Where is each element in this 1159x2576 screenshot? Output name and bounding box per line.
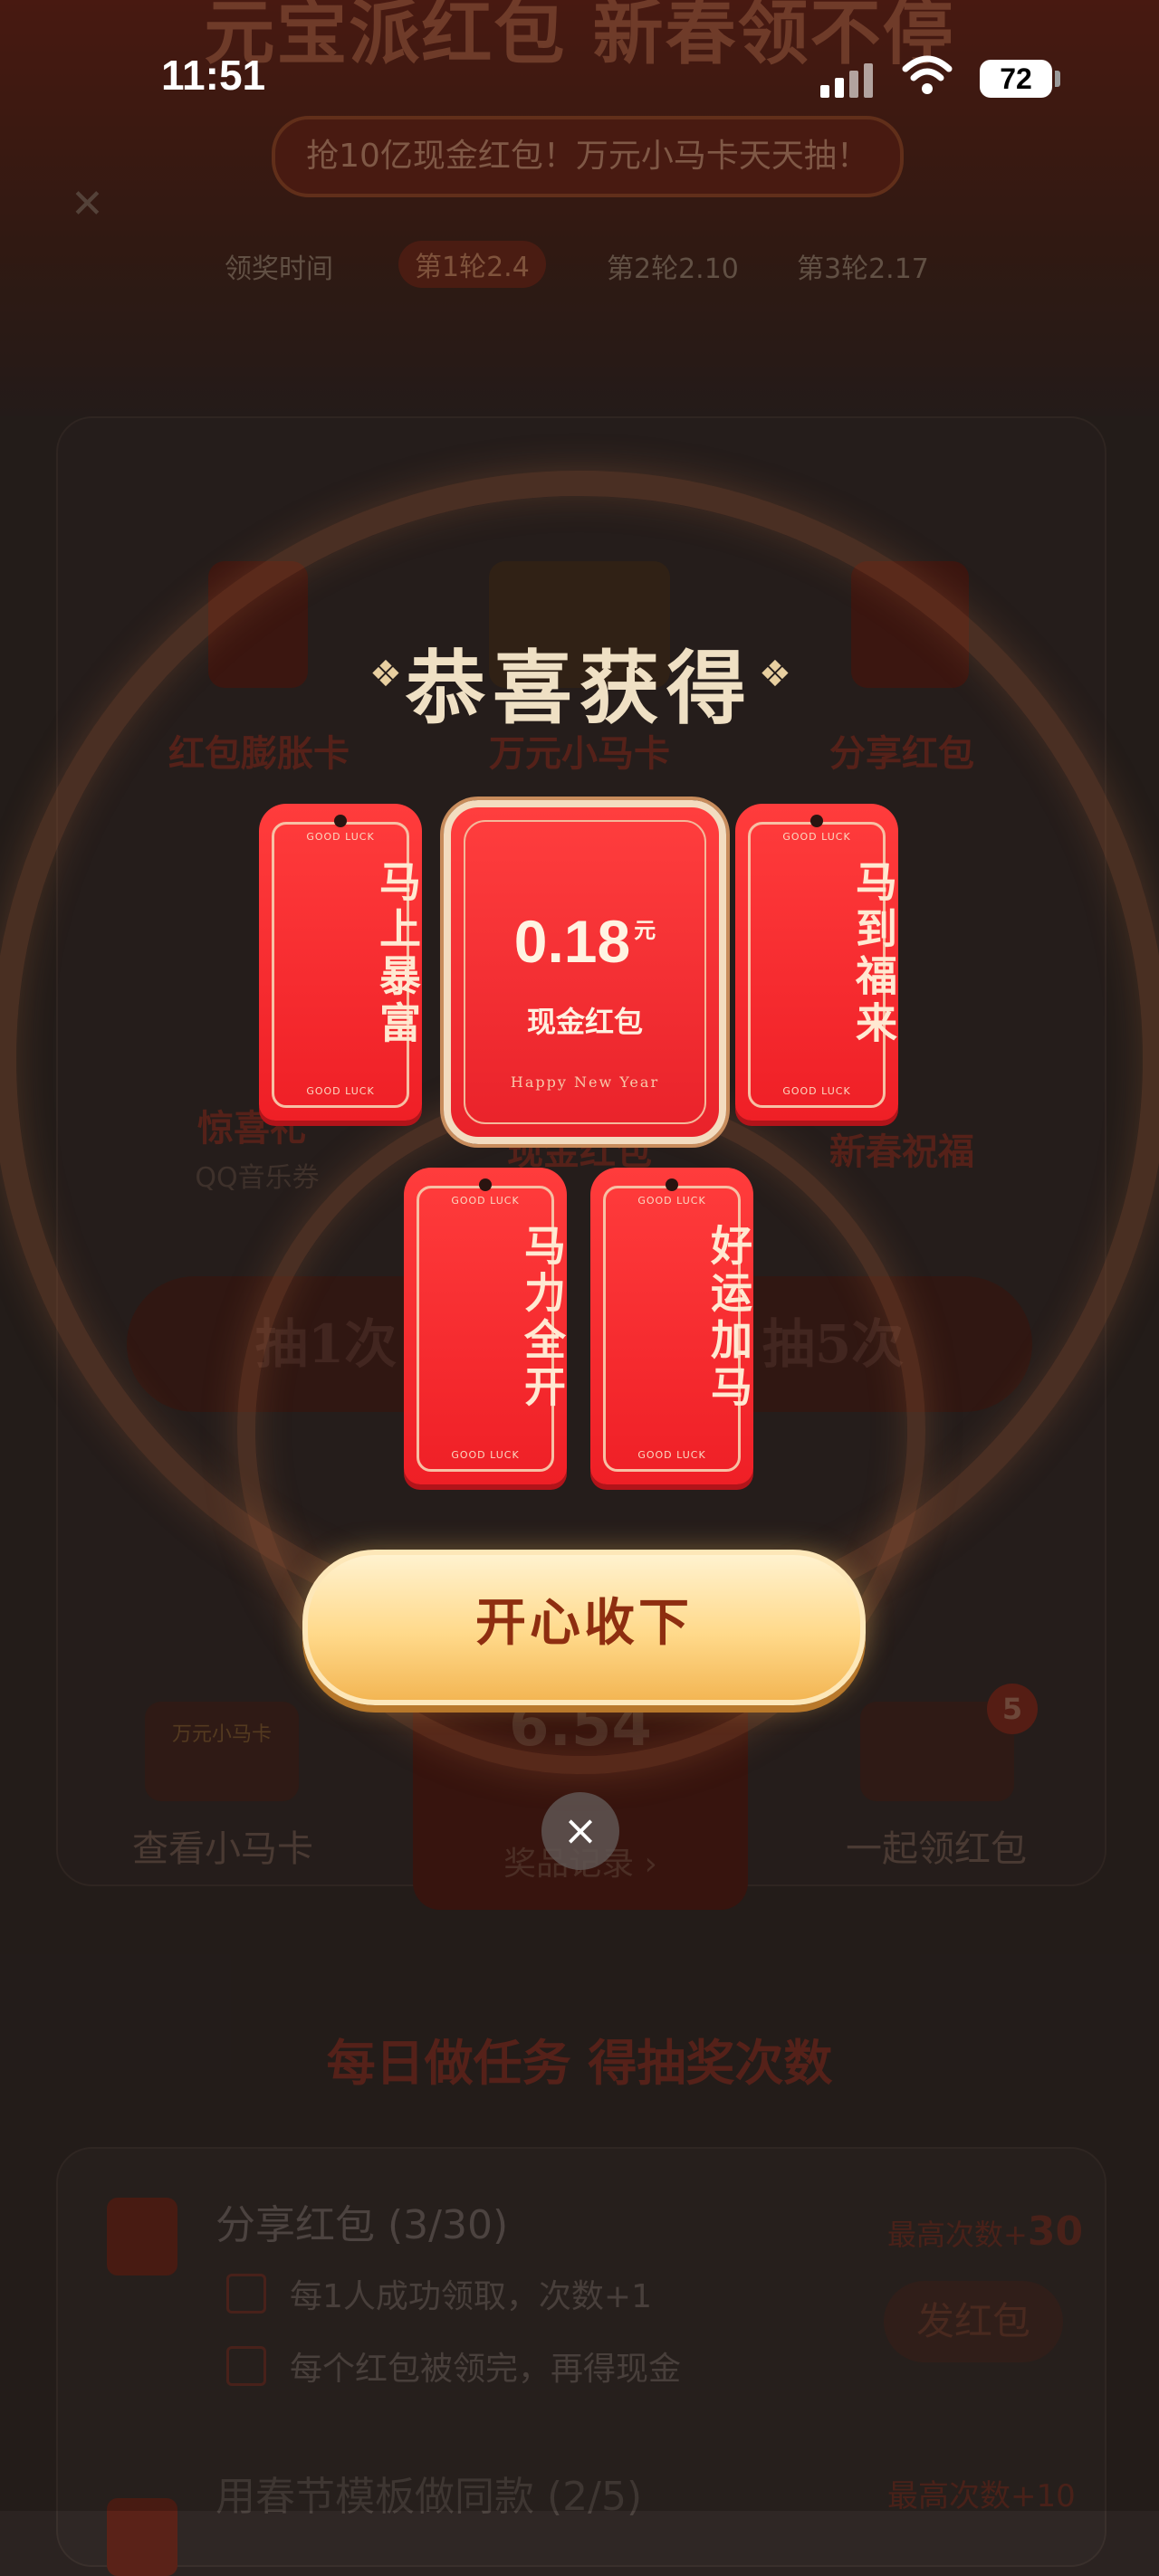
cash-amount-value: 0.18 — [513, 908, 631, 975]
blessing-tag: GOOD LUCK 好运加马 GOOD LUCK — [590, 1168, 753, 1484]
tag-text: 马力全开 — [518, 1224, 567, 1412]
tag-goodluck-text: GOOD LUCK — [637, 1195, 706, 1207]
blessing-tag: GOOD LUCK 马上暴富 GOOD LUCK — [259, 804, 422, 1121]
cash-label: 现金红包 — [526, 1005, 643, 1039]
wifi-icon — [902, 52, 953, 98]
tag-goodluck-text: GOOD LUCK — [782, 831, 851, 843]
battery-level: 72 — [980, 60, 1052, 98]
tag-goodluck-text: GOOD LUCK — [451, 1195, 520, 1207]
cash-footer: Happy New Year — [510, 1073, 660, 1091]
tag-hole — [479, 1178, 492, 1191]
cash-redpacket-card: 0.18 元 现金红包 Happy New Year — [444, 800, 726, 1144]
tag-text: 马上暴富 — [373, 860, 422, 1048]
tag-goodluck-text: GOOD LUCK — [306, 1085, 375, 1097]
tag-hole — [334, 815, 347, 827]
modal-title: 恭喜获得 — [405, 641, 753, 735]
close-icon[interactable]: × — [541, 1792, 619, 1870]
tag-text: 马到福来 — [849, 860, 898, 1048]
tag-hole — [666, 1178, 678, 1191]
status-time: 11:51 — [161, 52, 266, 99]
blessing-tag: GOOD LUCK 马到福来 GOOD LUCK — [735, 804, 898, 1121]
tag-text: 好运加马 — [704, 1224, 753, 1412]
cash-unit: 元 — [634, 919, 656, 943]
blessing-tag: GOOD LUCK 马力全开 GOOD LUCK — [404, 1168, 567, 1484]
cellular-signal-icon — [820, 63, 880, 98]
battery-tip — [1055, 71, 1060, 87]
cash-amount: 0.18 元 — [451, 907, 719, 976]
tag-hole — [810, 815, 823, 827]
flower-ornament-icon: ❖ — [759, 654, 791, 695]
tag-goodluck-text: GOOD LUCK — [637, 1449, 706, 1461]
accept-button[interactable]: 开心收下 — [302, 1550, 866, 1705]
tag-goodluck-text: GOOD LUCK — [306, 831, 375, 843]
tag-goodluck-text: GOOD LUCK — [782, 1085, 851, 1097]
tag-goodluck-text: GOOD LUCK — [451, 1449, 520, 1461]
